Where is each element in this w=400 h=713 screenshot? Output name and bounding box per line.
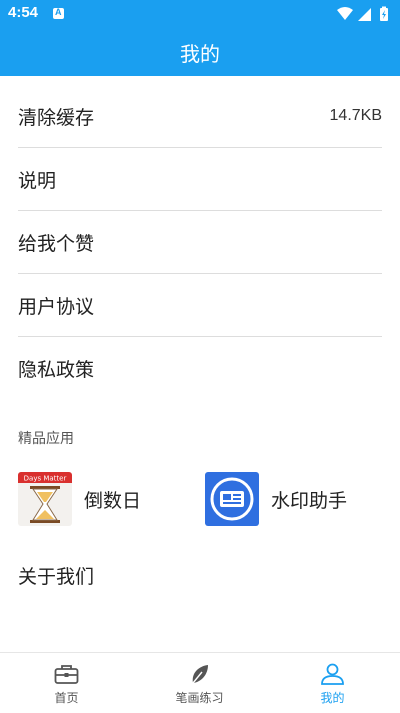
menu-item-label: 隐私政策 [18, 358, 95, 381]
tab-stroke-practice[interactable]: 笔画练习 [133, 653, 266, 713]
tab-label: 笔画练习 [175, 691, 224, 705]
wifi-icon [337, 7, 353, 20]
person-icon [321, 663, 344, 685]
app-days-matter[interactable]: Days Matter 倒数日 [18, 472, 141, 526]
tab-label: 我的 [320, 691, 345, 705]
menu-item-rate[interactable]: 给我个赞 [18, 211, 382, 274]
app-bar: 我的 [0, 28, 400, 76]
menu-item-clear-cache[interactable]: 清除缓存 14.7KB [18, 85, 382, 148]
tab-home[interactable]: 首页 [0, 653, 133, 713]
status-time: 4:54 [8, 4, 39, 21]
menu-item-label: 用户协议 [18, 295, 95, 318]
menu-item-instructions[interactable]: 说明 [18, 148, 382, 211]
tab-label: 首页 [54, 691, 79, 705]
a-icon [53, 7, 64, 19]
menu-item-user-agreement[interactable]: 用户协议 [18, 274, 382, 337]
featured-apps-title: 精品应用 [18, 431, 74, 447]
menu-item-label: 说明 [18, 169, 57, 192]
toolbox-icon [54, 665, 79, 684]
app-name: 水印助手 [271, 489, 348, 512]
about-us[interactable]: 关于我们 [18, 562, 94, 589]
watermark-icon [205, 472, 259, 526]
page-title: 我的 [180, 41, 220, 66]
tab-mine[interactable]: 我的 [266, 653, 399, 713]
app-watermark-helper[interactable]: 水印助手 [205, 472, 347, 526]
battery-icon [380, 6, 388, 21]
menu-item-label: 清除缓存 [18, 106, 95, 129]
menu-item-label: 给我个赞 [18, 232, 95, 255]
hourglass-icon: Days Matter [18, 472, 72, 526]
signal-icon [358, 8, 371, 21]
bottom-tab-bar: 首页 笔画练习 我的 [0, 652, 400, 713]
app-name: 倒数日 [84, 489, 142, 512]
system-status-icons [337, 6, 388, 21]
status-bar: 4:54 [0, 0, 400, 28]
menu-item-privacy-policy[interactable]: 隐私政策 [18, 337, 382, 399]
cache-size: 14.7KB [329, 107, 382, 124]
days-matter-icon-text: Days Matter [24, 475, 67, 483]
leaf-icon [192, 665, 208, 684]
